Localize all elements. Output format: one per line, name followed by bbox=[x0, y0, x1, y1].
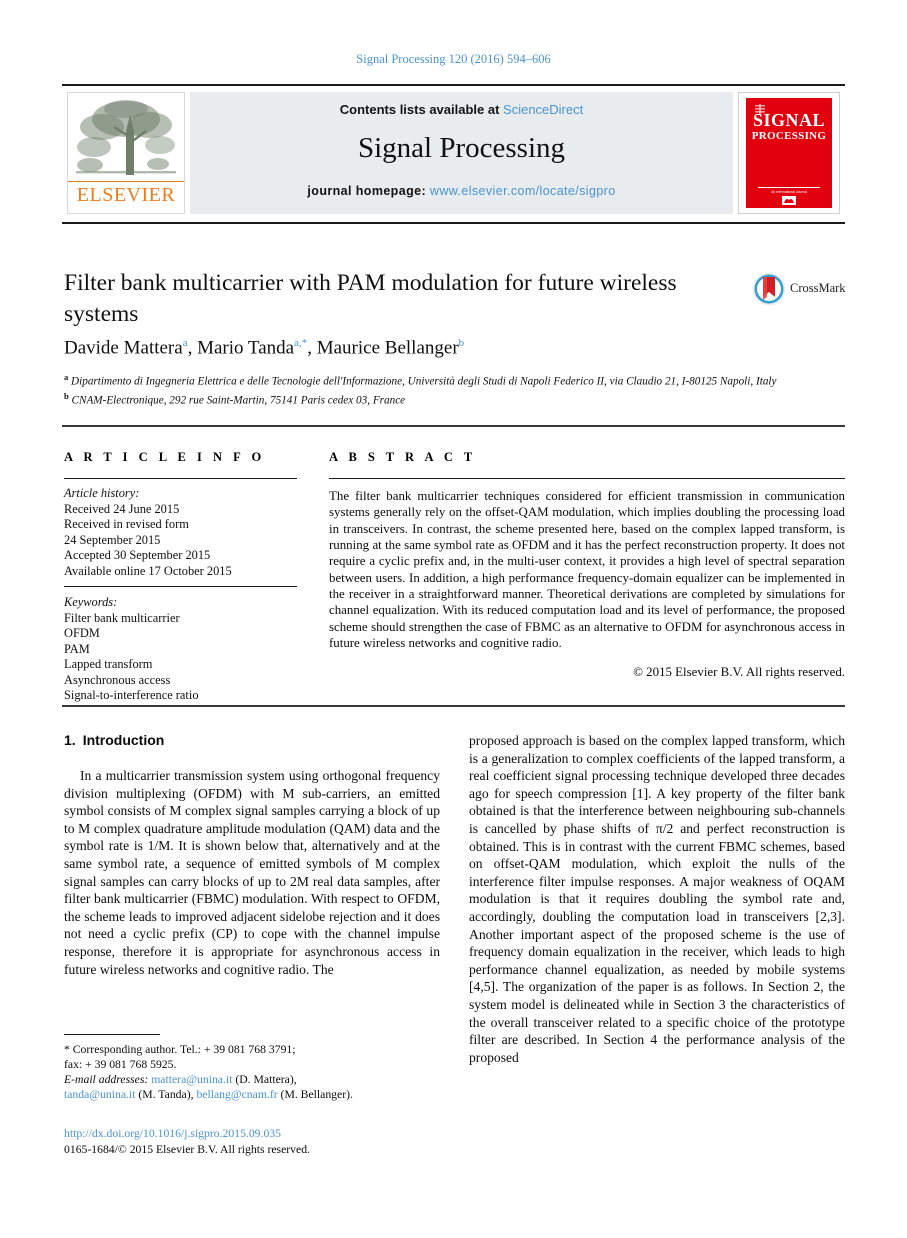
affiliation-text-b: CNAM-Electronique, 292 rue Saint-Martin,… bbox=[71, 394, 406, 407]
article-info-divider bbox=[64, 478, 297, 480]
keywords-divider bbox=[64, 586, 297, 588]
author-list: Davide Matteraa, Mario Tandaa,*, Maurice… bbox=[64, 337, 844, 359]
elsevier-tree-icon bbox=[76, 100, 176, 175]
section-title: Introduction bbox=[82, 732, 165, 748]
corresponding-author-text: * Corresponding author. Tel.: + 39 081 7… bbox=[64, 1043, 296, 1056]
cover-artwork: SIGNAL PROCESSING An International Journ… bbox=[746, 98, 832, 208]
cover-title-line2: PROCESSING bbox=[751, 130, 827, 142]
body-right-column: proposed approach is based on the comple… bbox=[469, 732, 845, 1066]
author-sep-2: , bbox=[307, 337, 317, 359]
email-addresses-label: E-mail addresses: bbox=[64, 1073, 149, 1086]
fax-text: fax: + 39 081 768 5925. bbox=[64, 1058, 177, 1071]
article-history-line: Received in revised form bbox=[64, 517, 189, 532]
author-marks-2: a,* bbox=[294, 337, 308, 349]
author-name-2: Mario Tanda bbox=[197, 337, 295, 359]
homepage-link[interactable]: www.elsevier.com/locate/sigpro bbox=[430, 184, 616, 198]
homepage-prefix: journal homepage: bbox=[307, 184, 430, 198]
paper-page: Signal Processing 120 (2016) 594–606 ELS… bbox=[0, 0, 907, 1238]
abstract-text: The filter bank multicarrier techniques … bbox=[329, 489, 845, 650]
author-name-1: Davide Mattera bbox=[64, 337, 183, 359]
article-history-line: Received 24 June 2015 bbox=[64, 501, 180, 516]
section-heading-introduction: 1. Introduction bbox=[64, 732, 440, 748]
running-head: Signal Processing 120 (2016) 594–606 bbox=[356, 52, 551, 66]
doi-link[interactable]: http://dx.doi.org/10.1016/j.sigpro.2015.… bbox=[64, 1126, 440, 1142]
keyword-item: Signal-to-interference ratio bbox=[64, 688, 199, 703]
email-owner-1: (D. Mattera), bbox=[235, 1073, 297, 1086]
cover-title-line1: SIGNAL bbox=[752, 110, 826, 130]
affiliation-b: b CNAM-Electronique, 292 rue Saint-Marti… bbox=[64, 389, 844, 408]
section-number: 1. bbox=[64, 732, 76, 748]
keyword-item: Lapped transform bbox=[64, 657, 153, 672]
email-owner-3: (M. Bellanger). bbox=[280, 1088, 353, 1101]
author-name-3: Maurice Bellanger bbox=[316, 337, 459, 359]
issn-copyright: 0165-1684/© 2015 Elsevier B.V. All right… bbox=[64, 1142, 310, 1156]
email-owner-2: (M. Tanda), bbox=[138, 1088, 194, 1101]
body-paragraph: proposed approach is based on the comple… bbox=[469, 733, 845, 1065]
abstract-top-rule bbox=[62, 425, 845, 428]
keyword-item: PAM bbox=[64, 641, 90, 656]
journal-homepage-line: journal homepage: www.elsevier.com/locat… bbox=[190, 184, 733, 198]
masthead-bottom-rule bbox=[62, 222, 845, 224]
affiliation-list: a Dipartimento di Ingegneria Elettrica e… bbox=[64, 370, 844, 408]
keywords-label: Keywords: bbox=[64, 595, 118, 610]
contents-prefix: Contents lists available at bbox=[339, 102, 504, 117]
body-left-column: 1. Introduction In a multicarrier transmi… bbox=[64, 732, 440, 978]
cover-publisher-mark-icon bbox=[782, 196, 796, 205]
email-link-3[interactable]: bellang@cnam.fr bbox=[196, 1088, 277, 1101]
crossmark-icon[interactable] bbox=[752, 272, 786, 306]
footnote-block: * Corresponding author. Tel.: + 39 081 7… bbox=[64, 1034, 440, 1102]
top-rule bbox=[62, 84, 845, 86]
keyword-item: OFDM bbox=[64, 626, 100, 641]
article-history-label: Article history: bbox=[64, 486, 140, 501]
affiliation-mark-b: b bbox=[64, 391, 69, 402]
keyword-item: Asynchronous access bbox=[64, 672, 171, 687]
contents-line: Contents lists available at ScienceDirec… bbox=[190, 102, 733, 117]
crossmark-label: CrossMark bbox=[790, 281, 846, 295]
body-paragraph: In a multicarrier transmission system us… bbox=[64, 768, 440, 977]
article-info-column: A R T I C L E I N F O Article history: R… bbox=[64, 450, 300, 704]
journal-masthead: ELSEVIER Contents lists available at Sci… bbox=[62, 90, 845, 216]
journal-band: Contents lists available at ScienceDirec… bbox=[190, 92, 733, 214]
affiliation-a: a Dipartimento di Ingegneria Elettrica e… bbox=[64, 370, 844, 389]
email-link-1[interactable]: mattera@unina.it bbox=[151, 1073, 232, 1086]
page-title: Filter bank multicarrier with PAM modula… bbox=[64, 270, 677, 327]
crossmark-badge-group[interactable]: CrossMark bbox=[752, 272, 846, 306]
sciencedirect-link[interactable]: ScienceDirect bbox=[503, 102, 583, 117]
doi-block: http://dx.doi.org/10.1016/j.sigpro.2015.… bbox=[64, 1126, 440, 1157]
article-info-heading: A R T I C L E I N F O bbox=[64, 450, 266, 464]
journal-cover-thumbnail: SIGNAL PROCESSING An International Journ… bbox=[738, 92, 840, 214]
affiliation-mark-a: a bbox=[64, 372, 69, 382]
article-history-line: 24 September 2015 bbox=[64, 532, 161, 547]
article-history-line: Accepted 30 September 2015 bbox=[64, 548, 211, 563]
body-top-rule bbox=[62, 705, 845, 708]
journal-title: Signal Processing bbox=[357, 132, 566, 164]
abstract-column: A B S T R A C T The filter bank multicar… bbox=[329, 450, 845, 680]
author-marks-3: b bbox=[458, 337, 465, 349]
abstract-copyright: © 2015 Elsevier B.V. All rights reserved… bbox=[633, 665, 845, 680]
affiliation-text-a: Dipartimento di Ingegneria Elettrica e d… bbox=[71, 375, 777, 388]
abstract-heading: A B S T R A C T bbox=[329, 450, 477, 464]
author-sep-1: , bbox=[187, 337, 198, 359]
article-history-line: Available online 17 October 2015 bbox=[64, 563, 232, 578]
email-link-2[interactable]: tanda@unina.it bbox=[64, 1088, 135, 1101]
elsevier-wordmark: ELSEVIER bbox=[68, 181, 184, 207]
cover-footer-text: An International Journal bbox=[758, 186, 820, 195]
keyword-item: Filter bank multicarrier bbox=[64, 610, 180, 625]
elsevier-logo: ELSEVIER bbox=[67, 92, 185, 214]
footnote-rule bbox=[64, 1034, 160, 1035]
abstract-divider bbox=[329, 478, 845, 480]
corresponding-author-note: * Corresponding author. Tel.: + 39 081 7… bbox=[64, 1042, 440, 1102]
